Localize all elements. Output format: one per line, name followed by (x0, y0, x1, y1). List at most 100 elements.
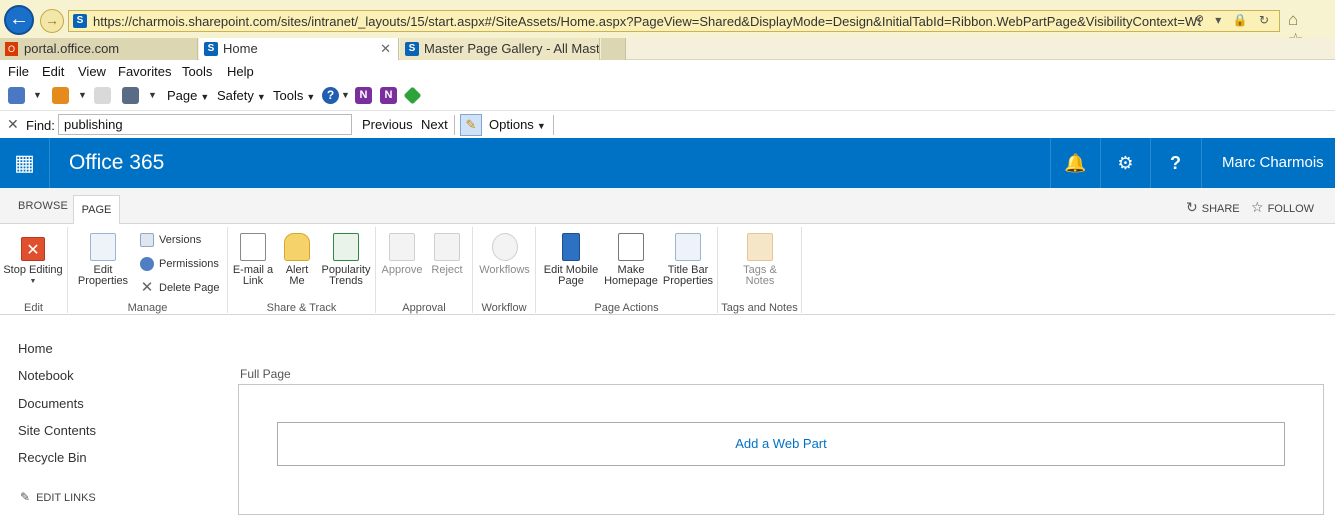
nav-item-recycle-bin[interactable]: Recycle Bin (18, 450, 87, 465)
address-actions-icons[interactable]: ⚲ ▾ 🔒 ↻ (1195, 13, 1273, 27)
app-launcher-icon[interactable]: ▦ (0, 138, 50, 188)
ribbon-tabs: BROWSE PAGE ↻ SHARE ☆ FOLLOW (0, 188, 1335, 225)
stop-editing-button[interactable]: ✕ Stop Editing ▼ (2, 227, 64, 287)
find-next-button[interactable]: Next (421, 117, 448, 132)
group-label: Approval (402, 302, 446, 314)
page-menu-label: Page (167, 88, 198, 103)
popularity-trends-button[interactable]: Popularity Trends (318, 227, 374, 287)
menu-file[interactable]: File (8, 64, 29, 79)
chevron-down-icon[interactable]: ▼ (341, 90, 350, 100)
settings-gear-icon[interactable]: ⚙ (1100, 138, 1150, 188)
find-options-button[interactable]: Options ▼ (489, 117, 546, 132)
pencil-icon: ✎ (20, 490, 31, 504)
title-bar-properties-button[interactable]: Title Bar Properties (661, 227, 715, 287)
nav-item-documents[interactable]: Documents (18, 396, 84, 411)
nav-item-home[interactable]: Home (18, 341, 53, 356)
back-button[interactable]: ← (4, 5, 34, 35)
menu-help[interactable]: Help (227, 64, 254, 79)
address-bar-row: ← → S https://charmois.sharepoint.com/si… (0, 0, 1335, 49)
approve-icon (389, 233, 415, 261)
forward-button[interactable]: → (40, 9, 64, 33)
add-web-part-button[interactable]: Add a Web Part (277, 422, 1285, 466)
home-icon[interactable] (8, 87, 25, 104)
highlight-icon[interactable]: ✎ (460, 114, 482, 136)
nav-item-site-contents[interactable]: Site Contents (18, 423, 96, 438)
menu-tools[interactable]: Tools (182, 64, 212, 79)
reject-label: Reject (431, 264, 463, 276)
approve-button[interactable]: Approve (380, 227, 424, 276)
tab-page[interactable]: PAGE (73, 195, 120, 225)
tab-portal-office[interactable]: O portal.office.com (0, 38, 198, 60)
safety-menu-button[interactable]: Safety ▼ (217, 88, 266, 103)
close-find-icon[interactable]: ✕ (7, 116, 19, 133)
group-label: Manage (127, 302, 168, 314)
chevron-down-icon[interactable]: ▼ (33, 90, 42, 100)
chevron-down-icon[interactable]: ▼ (78, 90, 87, 100)
brand-title[interactable]: Office 365 (69, 151, 164, 175)
group-label: Edit (24, 302, 43, 314)
edit-links-button[interactable]: ✎ EDIT LINKS (20, 490, 96, 504)
tab-master-page-gallery[interactable]: S Master Page Gallery - All Mast... (400, 38, 600, 60)
web-part-zone-title: Full Page (240, 367, 291, 381)
address-url[interactable]: https://charmois.sharepoint.com/sites/in… (93, 14, 1201, 29)
menu-view[interactable]: View (78, 64, 106, 79)
help-icon[interactable]: ? (1150, 138, 1200, 188)
share-button[interactable]: ↻ SHARE (1186, 199, 1240, 216)
follow-button[interactable]: ☆ FOLLOW (1251, 199, 1314, 216)
reject-icon (434, 233, 460, 261)
mail-icon[interactable] (94, 87, 111, 104)
stop-editing-icon: ✕ (21, 237, 45, 261)
email-label-2: Link (242, 275, 264, 287)
new-tab-button[interactable] (601, 38, 626, 60)
tags-notes-button[interactable]: Tags & Notes (724, 227, 796, 287)
find-previous-button[interactable]: Previous (362, 117, 413, 132)
tab-label: portal.office.com (24, 41, 120, 56)
find-input[interactable] (58, 114, 352, 135)
menu-favorites[interactable]: Favorites (118, 64, 171, 79)
edit-mobile-page-button[interactable]: Edit Mobile Page (541, 227, 601, 287)
divider (454, 115, 455, 135)
print-icon[interactable] (122, 87, 139, 104)
make-homepage-button[interactable]: Make Homepage (604, 227, 658, 287)
versions-button[interactable]: Versions (140, 233, 201, 247)
envelope-icon (240, 233, 266, 261)
edit-properties-icon (90, 233, 116, 261)
delete-page-button[interactable]: ✕ Delete Page (140, 279, 220, 296)
share-label: SHARE (1201, 203, 1240, 215)
versions-label: Versions (159, 233, 202, 246)
delete-icon: ✕ (140, 279, 154, 296)
onenote-icon[interactable]: N (355, 87, 372, 104)
ribbon: ✕ Stop Editing ▼ Edit Edit Properties Ve… (0, 224, 1335, 315)
user-name[interactable]: Marc Charmois (1201, 138, 1335, 188)
tab-home[interactable]: S Home ✕ (199, 38, 399, 60)
edit-properties-button[interactable]: Edit Properties (74, 227, 132, 287)
page-menu-button[interactable]: Page ▼ (167, 88, 209, 103)
alert-me-button[interactable]: Alert Me (278, 227, 316, 287)
chevron-down-icon[interactable]: ▼ (148, 90, 157, 100)
nav-item-notebook[interactable]: Notebook (18, 368, 74, 383)
menu-edit[interactable]: Edit (42, 64, 64, 79)
find-options-label: Options (489, 117, 534, 132)
address-box[interactable]: S https://charmois.sharepoint.com/sites/… (68, 10, 1280, 32)
mobile-icon (562, 233, 580, 261)
email-link-button[interactable]: E-mail a Link (232, 227, 274, 287)
group-label: Tags and Notes (721, 302, 798, 314)
reject-button[interactable]: Reject (426, 227, 468, 276)
help-icon[interactable]: ? (322, 87, 339, 104)
permissions-button[interactable]: Permissions (140, 257, 219, 271)
notifications-bell-icon[interactable]: 🔔 (1050, 138, 1100, 188)
tab-label: Master Page Gallery - All Mast... (424, 41, 600, 56)
close-tab-icon[interactable]: ✕ (380, 38, 391, 59)
browser-tab-strip: O portal.office.com S Home ✕ S Master Pa… (0, 38, 1335, 60)
onenote-linked-icon[interactable]: N (380, 87, 397, 104)
feeds-icon[interactable] (52, 87, 69, 104)
edit-links-label: EDIT LINKS (36, 492, 96, 504)
make-homepage-label-2: Homepage (604, 275, 658, 287)
workflows-button[interactable]: Workflows (477, 227, 532, 276)
ribbon-group-workflow: Workflows Workflow (473, 227, 536, 314)
tools-menu-button[interactable]: Tools ▼ (273, 88, 315, 103)
title-bar-icon (675, 233, 701, 261)
find-label: Find: (26, 118, 55, 133)
tab-browse[interactable]: BROWSE (18, 200, 68, 212)
addon-icon[interactable] (403, 86, 422, 105)
